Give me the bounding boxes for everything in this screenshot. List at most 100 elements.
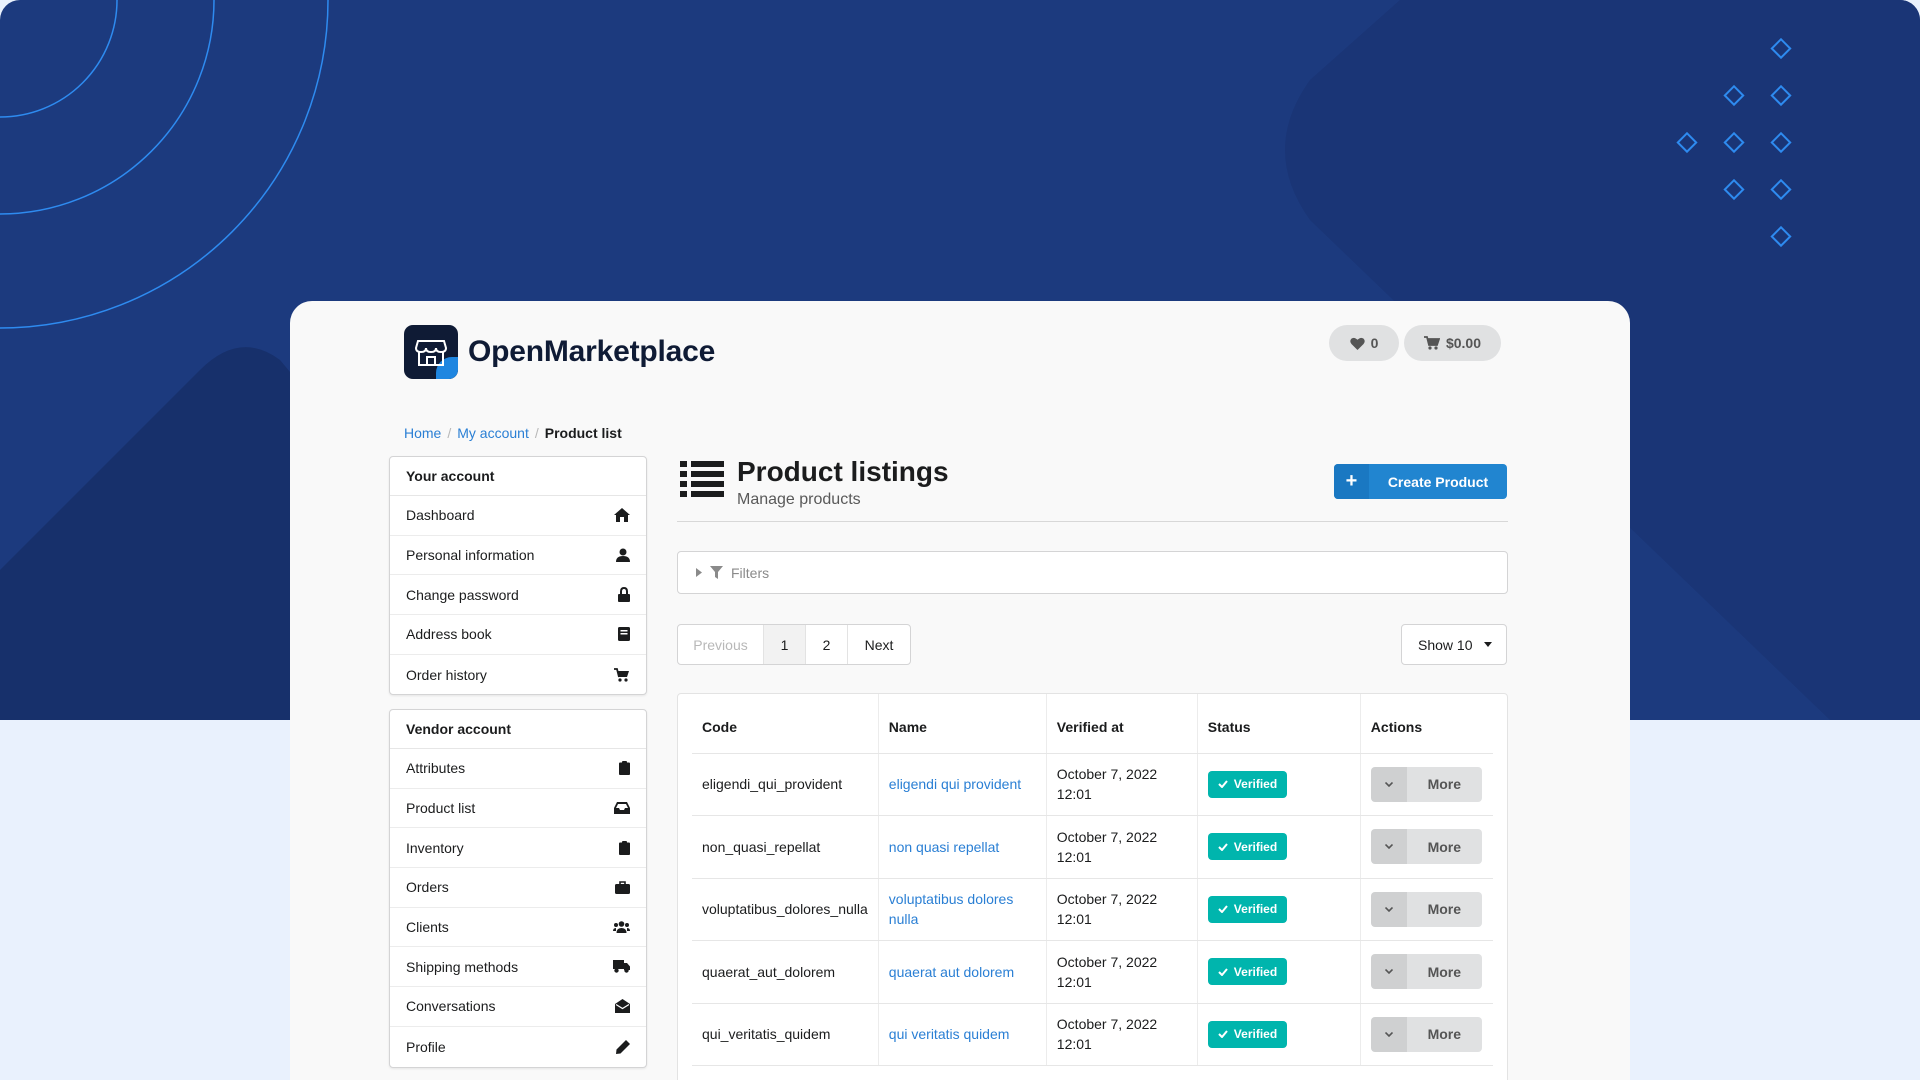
- wishlist-button[interactable]: 0: [1329, 325, 1399, 361]
- cell-status: Verified: [1196, 815, 1361, 879]
- more-actions-label: More: [1406, 829, 1482, 865]
- pagination-next[interactable]: Next: [848, 625, 910, 664]
- column-header-code[interactable]: Code: [692, 694, 879, 754]
- create-product-label: Create Product: [1387, 473, 1489, 490]
- cell-actions: More: [1359, 815, 1493, 879]
- table-header-row: Code Name Verified at Status Actions: [692, 694, 1493, 754]
- products-table-card: Code Name Verified at Status Actions eli…: [677, 693, 1508, 1080]
- cell-status: Verified: [1196, 878, 1361, 941]
- products-table: Code Name Verified at Status Actions eli…: [692, 694, 1493, 1066]
- more-actions-button[interactable]: More: [1370, 829, 1482, 865]
- status-label: Verified: [1233, 964, 1278, 979]
- sidebar-item-shipping-methods[interactable]: Shipping methods: [390, 947, 646, 988]
- brand-logo[interactable]: OpenMarketplace: [404, 325, 715, 379]
- user-icon: [616, 548, 630, 563]
- cell-code: eligendi_qui_provident: [692, 753, 879, 816]
- page-subtitle: Manage products: [737, 491, 861, 508]
- more-actions-button[interactable]: More: [1370, 1016, 1482, 1052]
- table-row: voluptatibus_dolores_nulla voluptatibus …: [692, 878, 1493, 941]
- list-icon: [680, 461, 724, 497]
- vendor-menu: Vendor account Attributes Product list I…: [389, 709, 647, 1068]
- inbox-icon: [614, 802, 630, 815]
- sidebar-item-change-password[interactable]: Change password: [390, 575, 646, 616]
- truck-icon: [613, 960, 630, 973]
- verified-time: 12:01: [1056, 911, 1092, 928]
- cart-icon: [614, 667, 629, 682]
- sidebar-item-label: Profile: [406, 1038, 446, 1055]
- sidebar-item-personal-information[interactable]: Personal information: [390, 536, 646, 576]
- pagination-previous[interactable]: Previous: [678, 625, 764, 664]
- chevron-down-icon: [1370, 1016, 1407, 1052]
- chevron-down-icon: [1370, 891, 1407, 927]
- status-label: Verified: [1233, 777, 1278, 792]
- cell-actions: More: [1359, 878, 1493, 941]
- clipboard-icon: [619, 761, 630, 776]
- chevron-down-icon: [1370, 829, 1407, 865]
- verified-date: October 7, 2022: [1056, 828, 1158, 845]
- status-badge: Verified: [1207, 895, 1288, 923]
- sidebar-item-label: Conversations: [406, 998, 496, 1015]
- app-window: OpenMarketplace 0 $0.00 Home / My accoun…: [290, 301, 1630, 1080]
- cell-name-link[interactable]: voluptatibus dolores nulla: [877, 878, 1047, 941]
- breadcrumb-my-account[interactable]: My account: [457, 425, 529, 441]
- status-label: Verified: [1233, 1027, 1278, 1042]
- sidebar-item-conversations[interactable]: Conversations: [390, 987, 646, 1027]
- filters-accordion[interactable]: Filters: [677, 551, 1508, 594]
- column-header-status[interactable]: Status: [1196, 694, 1361, 754]
- heart-icon: [1349, 337, 1365, 350]
- sidebar-item-order-history[interactable]: Order history: [390, 655, 646, 695]
- cell-name-link[interactable]: quaerat aut dolorem: [877, 940, 1047, 1004]
- cell-name-link[interactable]: eligendi qui provident: [877, 753, 1047, 816]
- more-actions-button[interactable]: More: [1370, 891, 1482, 927]
- status-label: Verified: [1233, 839, 1278, 854]
- sidebar-item-label: Clients: [406, 919, 449, 936]
- more-actions-button[interactable]: More: [1370, 766, 1482, 802]
- envelope-open-icon: [615, 999, 630, 1014]
- cell-code: qui_veritatis_quidem: [692, 1003, 879, 1066]
- table-row: quaerat_aut_dolorem quaerat aut dolorem …: [692, 940, 1493, 1004]
- cell-code: voluptatibus_dolores_nulla: [692, 878, 879, 941]
- sidebar-item-dashboard[interactable]: Dashboard: [390, 496, 646, 536]
- pagination: Previous 1 2 Next: [677, 624, 911, 665]
- create-product-button[interactable]: + Create Product: [1334, 464, 1507, 499]
- column-header-verified-at[interactable]: Verified at: [1045, 694, 1198, 754]
- vendor-menu-header: Vendor account: [390, 710, 646, 749]
- brand-name: OpenMarketplace: [468, 335, 716, 368]
- caret-right-icon: [696, 568, 702, 577]
- wishlist-count: 0: [1370, 335, 1379, 351]
- breadcrumb-separator: /: [447, 425, 452, 441]
- cell-actions: More: [1359, 940, 1493, 1004]
- filter-icon: [710, 566, 723, 579]
- cell-actions: More: [1359, 1003, 1493, 1066]
- pagination-page-2[interactable]: 2: [806, 625, 848, 664]
- sidebar-item-label: Order history: [406, 666, 487, 683]
- sidebar-item-profile[interactable]: Profile: [390, 1027, 646, 1067]
- storefront-icon: [404, 325, 458, 379]
- page-size-select[interactable]: Show 10: [1401, 624, 1507, 665]
- chevron-down-icon: [1370, 766, 1407, 802]
- sidebar-item-orders[interactable]: Orders: [390, 868, 646, 908]
- cart-total: $0.00: [1445, 335, 1482, 351]
- cell-name-link[interactable]: qui veritatis quidem: [877, 1003, 1047, 1066]
- more-actions-button[interactable]: More: [1370, 954, 1482, 990]
- sidebar-item-address-book[interactable]: Address book: [390, 615, 646, 655]
- column-header-name[interactable]: Name: [877, 694, 1047, 754]
- sidebar-item-label: Personal information: [406, 547, 535, 564]
- home-icon: [614, 508, 630, 523]
- book-icon: [618, 627, 630, 642]
- page-size-label: Show 10: [1418, 636, 1473, 653]
- plus-icon: +: [1334, 464, 1369, 499]
- more-actions-label: More: [1406, 891, 1482, 927]
- page-title: Product listings: [737, 456, 949, 487]
- sidebar-item-product-list[interactable]: Product list: [390, 789, 646, 829]
- sidebar-item-attributes[interactable]: Attributes: [390, 749, 646, 789]
- cart-button[interactable]: $0.00: [1404, 325, 1501, 361]
- sidebar-item-inventory[interactable]: Inventory: [390, 828, 646, 869]
- breadcrumb-separator: /: [534, 425, 539, 441]
- sidebar-item-clients[interactable]: Clients: [390, 908, 646, 948]
- breadcrumb-home[interactable]: Home: [404, 425, 441, 441]
- pagination-page-1[interactable]: 1: [764, 625, 806, 664]
- filters-label: Filters: [731, 564, 770, 581]
- page-header: Product listings Manage products + Creat…: [677, 456, 1508, 522]
- cell-name-link[interactable]: non quasi repellat: [877, 815, 1047, 879]
